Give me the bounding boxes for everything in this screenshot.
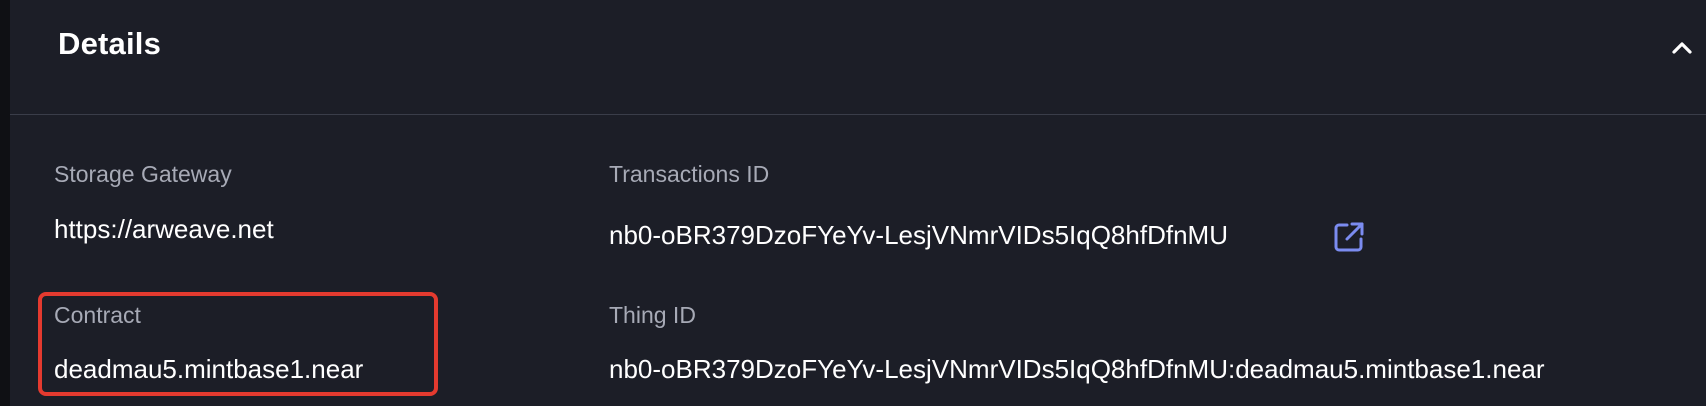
- left-edge: [0, 0, 10, 406]
- storage-gateway-value: https://arweave.net: [54, 214, 274, 244]
- collapse-button[interactable]: [1664, 30, 1700, 66]
- transactions-id-link[interactable]: [1332, 220, 1366, 254]
- thing-id-label: Thing ID: [609, 302, 696, 328]
- details-panel: Details Storage Gateway https://arweave.…: [10, 0, 1706, 406]
- section-title: Details: [58, 26, 162, 61]
- contract-highlight-box: [38, 292, 438, 396]
- transactions-id-value: nb0-oBR379DzoFYeYv-LesjVNmrVIDs5IqQ8hfDf…: [609, 220, 1228, 250]
- transactions-id-label: Transactions ID: [609, 161, 770, 187]
- thing-id-value: nb0-oBR379DzoFYeYv-LesjVNmrVIDs5IqQ8hfDf…: [609, 354, 1545, 384]
- chevron-up-icon: [1672, 42, 1692, 54]
- details-header[interactable]: Details: [10, 0, 1706, 115]
- external-link-icon: [1334, 222, 1364, 252]
- storage-gateway-label: Storage Gateway: [54, 161, 232, 187]
